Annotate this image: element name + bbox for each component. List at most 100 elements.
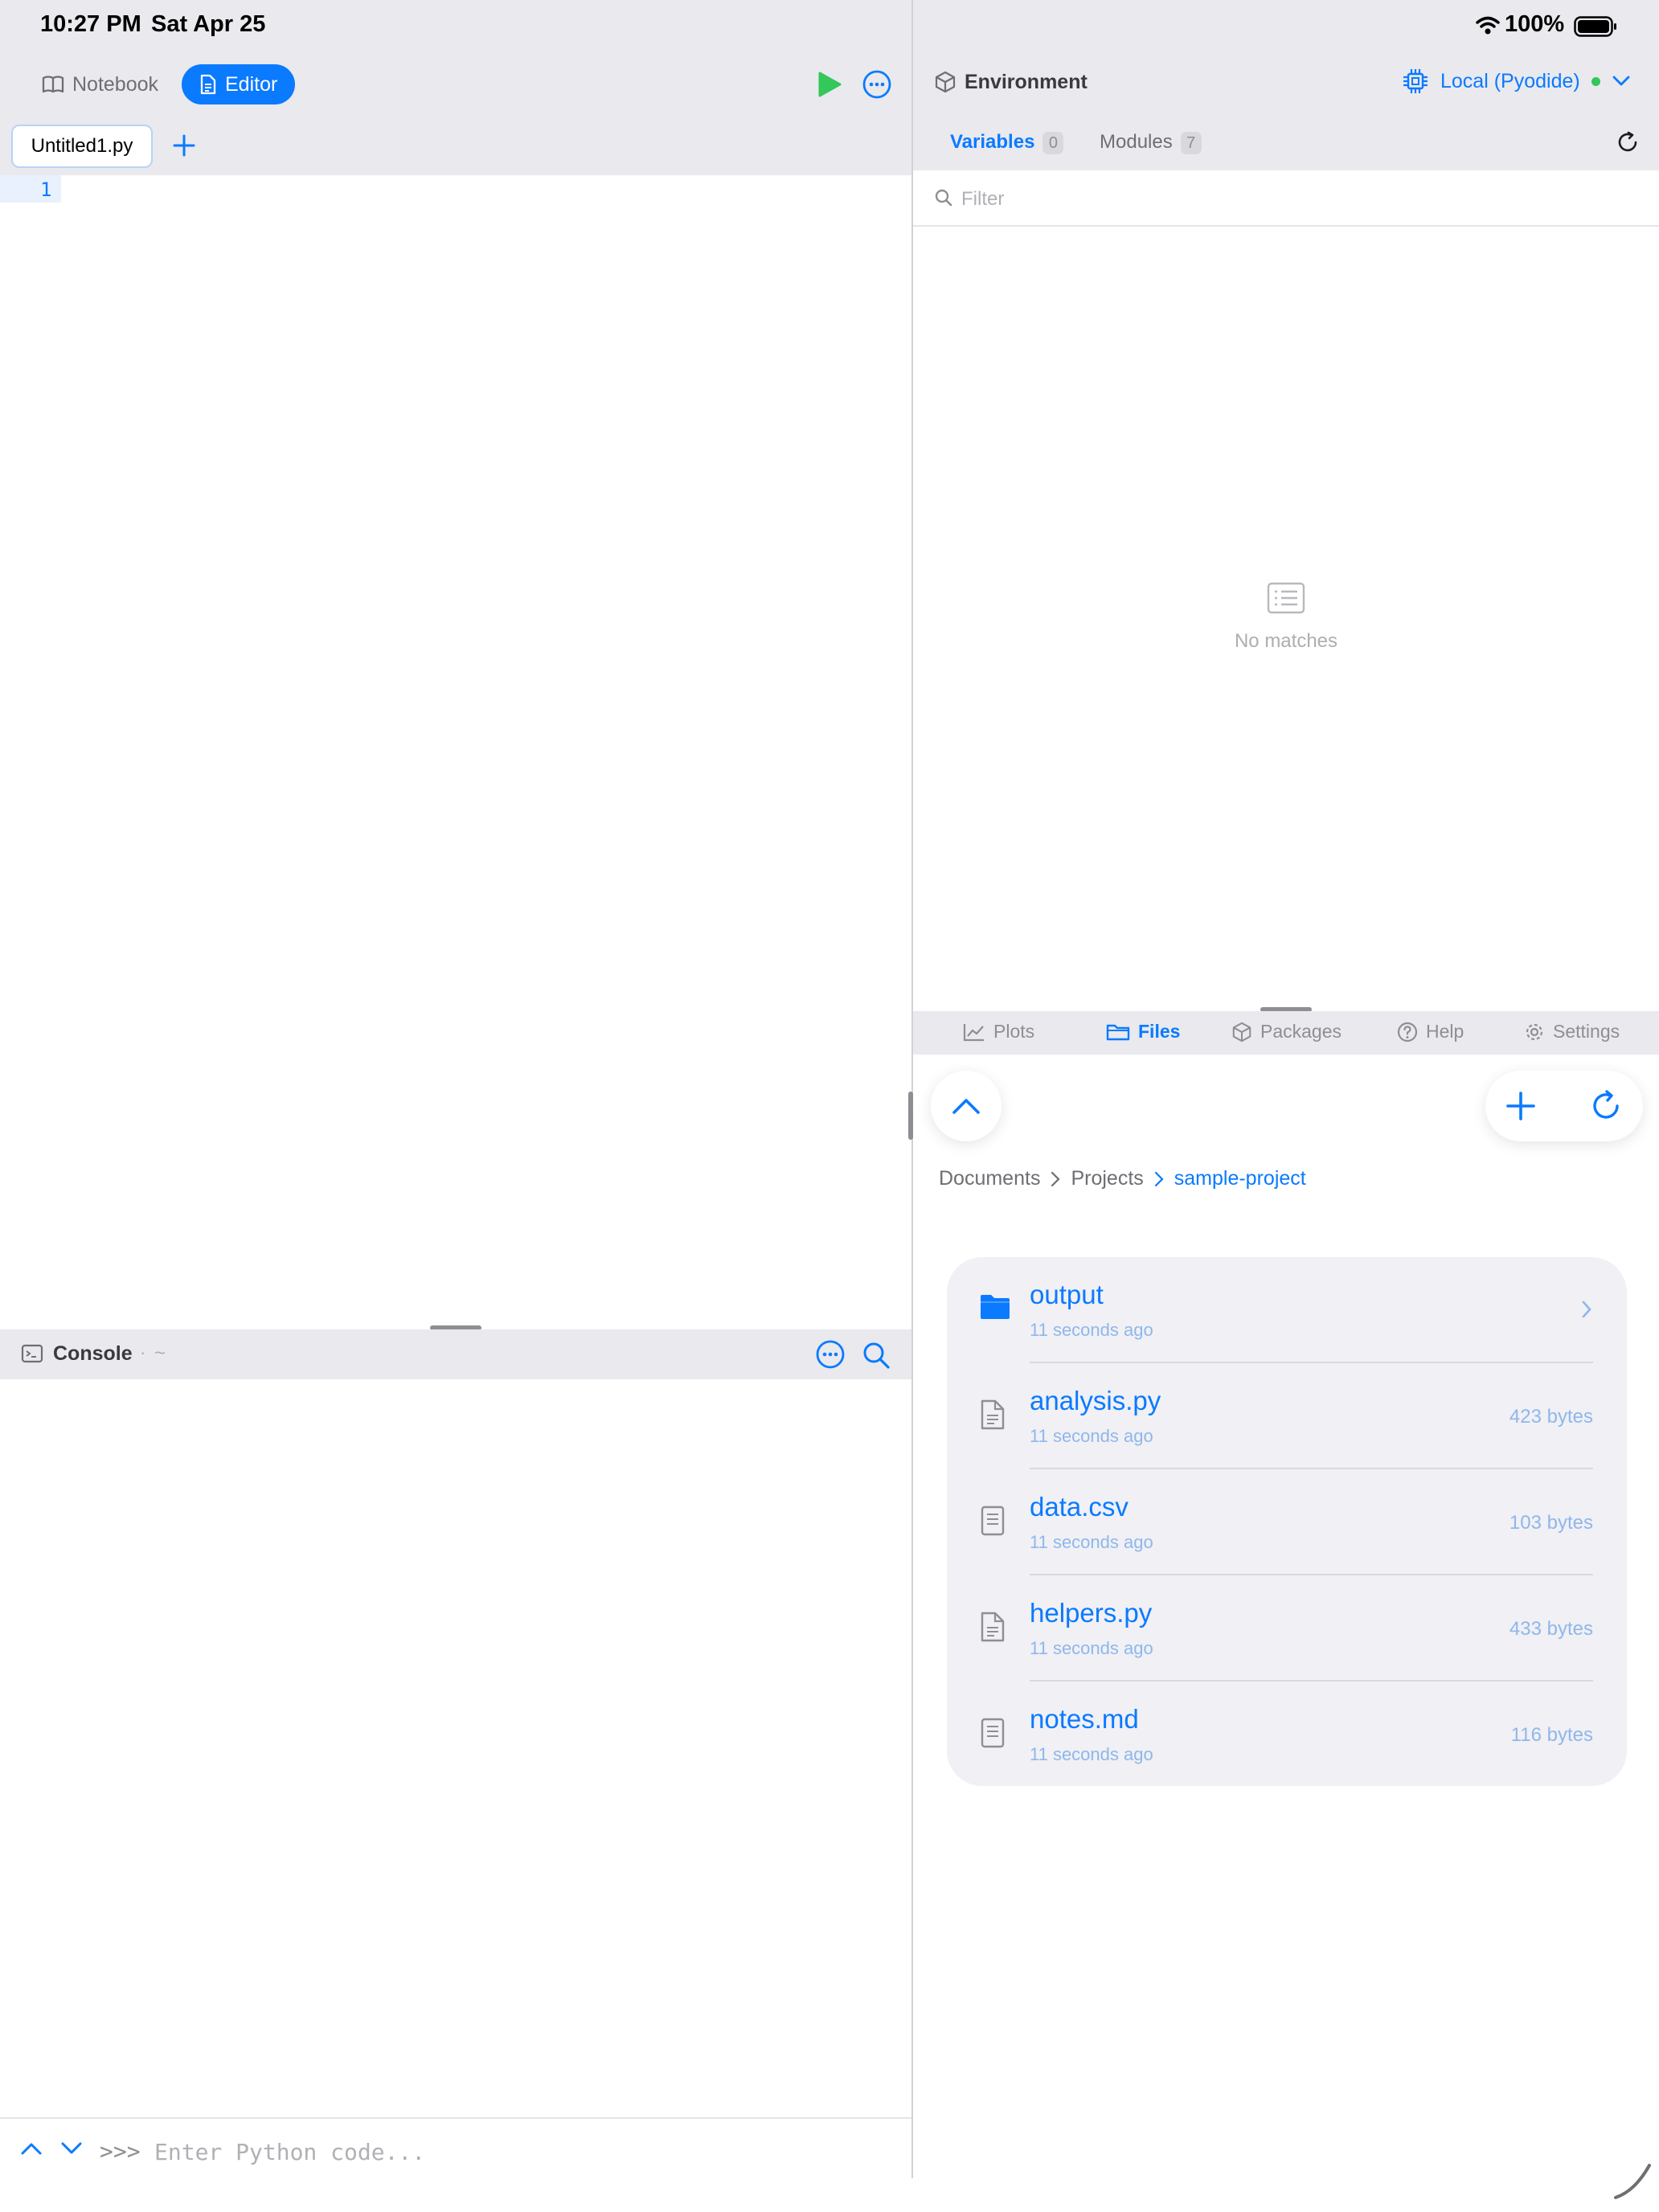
editor-more-button[interactable] (862, 69, 892, 100)
list-icon (1267, 582, 1305, 614)
plus-icon (1505, 1090, 1537, 1122)
plus-icon (172, 133, 196, 158)
environment-title: Environment (965, 71, 1088, 93)
ellipsis-circle-icon (862, 69, 892, 100)
filter-input[interactable] (961, 183, 1620, 215)
status-dot (1591, 76, 1600, 86)
run-button[interactable] (817, 71, 842, 98)
file-modified: 11 seconds ago (1030, 1426, 1153, 1446)
breadcrumb-documents[interactable]: Documents (939, 1167, 1040, 1190)
folder-icon (1106, 1022, 1130, 1042)
tab-settings-label: Settings (1553, 1021, 1620, 1042)
file-size: 103 bytes (1509, 1512, 1593, 1534)
console-search-button[interactable] (862, 1341, 891, 1370)
console-input[interactable] (154, 2134, 878, 2169)
file-size: 423 bytes (1509, 1406, 1593, 1428)
console-header (0, 1329, 911, 1379)
document-icon (199, 74, 217, 95)
tab-packages[interactable]: Packages (1231, 1021, 1342, 1043)
history-up-button[interactable] (19, 2140, 43, 2157)
console-more-button[interactable] (815, 1339, 846, 1370)
python-file-icon (979, 1399, 1006, 1431)
status-date: Sat Apr 25 (151, 11, 266, 37)
file-size: 433 bytes (1509, 1618, 1593, 1640)
refresh-icon (1588, 1088, 1624, 1124)
notebook-mode-button[interactable]: Notebook (24, 64, 176, 104)
file-size: 116 bytes (1510, 1724, 1593, 1746)
text-file-icon (979, 1505, 1006, 1537)
breadcrumb-projects[interactable]: Projects (1071, 1167, 1143, 1190)
code-editor[interactable] (0, 175, 911, 1326)
tab-packages-label: Packages (1260, 1021, 1342, 1042)
chevron-up-icon (950, 1096, 982, 1116)
refresh-environment-button[interactable] (1616, 130, 1640, 154)
runtime-label: Local (Pyodide) (1440, 69, 1580, 92)
tab-plots-label: Plots (993, 1021, 1035, 1042)
parent-folder-button[interactable] (931, 1071, 1002, 1141)
chevron-right-icon (1050, 1170, 1061, 1188)
empty-state-text: No matches (1234, 630, 1338, 652)
chevron-right-icon (1153, 1170, 1165, 1188)
folder-icon (979, 1292, 1011, 1321)
file-modified: 11 seconds ago (1030, 1320, 1153, 1340)
file-row-analysis-py[interactable]: analysis.py 11 seconds ago 423 bytes (947, 1363, 1627, 1469)
console-working-dir: ~ (154, 1342, 166, 1364)
tab-modules[interactable]: Modules 7 (1100, 131, 1202, 154)
tab-plots[interactable]: Plots (963, 1021, 1034, 1043)
new-tab-button[interactable] (172, 133, 196, 158)
pane-resize-handle[interactable] (908, 1092, 913, 1140)
file-row-data-csv[interactable]: data.csv 11 seconds ago 103 bytes (947, 1469, 1627, 1575)
chevron-down-icon (59, 2140, 84, 2157)
editor-tab-untitled[interactable]: Untitled1.py (11, 125, 153, 168)
book-icon (42, 75, 64, 94)
modules-count-badge: 7 (1180, 132, 1202, 154)
battery-percentage: 100% (1505, 11, 1565, 37)
chevron-right-icon (1580, 1299, 1593, 1320)
tab-files-label: Files (1138, 1021, 1181, 1042)
new-file-button[interactable] (1505, 1090, 1537, 1122)
file-row-helpers-py[interactable]: helpers.py 11 seconds ago 433 bytes (947, 1575, 1627, 1682)
line-number: 1 (40, 178, 52, 201)
chevron-up-icon (19, 2140, 43, 2157)
runtime-selector[interactable]: Local (Pyodide) (1402, 68, 1631, 95)
file-name: notes.md (1030, 1704, 1139, 1734)
tab-help[interactable]: Help (1397, 1021, 1464, 1043)
wifi-icon (1476, 16, 1500, 35)
cube-icon (1231, 1022, 1252, 1043)
text-file-icon (979, 1717, 1006, 1749)
cpu-icon (1402, 68, 1429, 95)
file-list: output 11 seconds ago analysis.py 11 sec… (947, 1257, 1627, 1786)
tab-variables-label: Variables (950, 131, 1035, 153)
console-prompt: >>> (100, 2138, 141, 2165)
chevron-down-icon (1612, 75, 1631, 88)
refresh-icon (1616, 130, 1640, 154)
current-line-highlight (0, 175, 61, 203)
battery-icon (1574, 16, 1617, 37)
file-row-notes-md[interactable]: notes.md 11 seconds ago 116 bytes (947, 1682, 1627, 1788)
file-name: analysis.py (1030, 1386, 1161, 1415)
search-icon (934, 188, 953, 207)
file-modified: 11 seconds ago (1030, 1744, 1153, 1764)
tab-settings[interactable]: Settings (1524, 1021, 1620, 1043)
pencil-scribble-indicator (1611, 2162, 1654, 2202)
console-title: Console (53, 1342, 133, 1365)
history-down-button[interactable] (59, 2140, 84, 2157)
file-row-output[interactable]: output 11 seconds ago (947, 1257, 1627, 1363)
breadcrumb-current: sample-project (1174, 1167, 1306, 1190)
question-circle-icon (1397, 1022, 1418, 1043)
python-file-icon (979, 1611, 1006, 1643)
editor-mode-button[interactable]: Editor (182, 64, 296, 104)
file-name: output (1030, 1280, 1104, 1309)
tab-files[interactable]: Files (1106, 1021, 1180, 1043)
refresh-files-button[interactable] (1588, 1088, 1624, 1124)
notebook-label: Notebook (72, 72, 159, 96)
console-output[interactable] (0, 1379, 911, 2117)
chart-icon (963, 1022, 985, 1042)
tab-help-label: Help (1426, 1021, 1464, 1042)
tab-variables[interactable]: Variables 0 (950, 131, 1064, 154)
breadcrumb: Documents Projects sample-project (939, 1167, 1306, 1190)
search-icon (862, 1341, 891, 1370)
tab-modules-label: Modules (1100, 131, 1173, 153)
play-icon (817, 71, 842, 98)
terminal-icon (21, 1344, 43, 1363)
